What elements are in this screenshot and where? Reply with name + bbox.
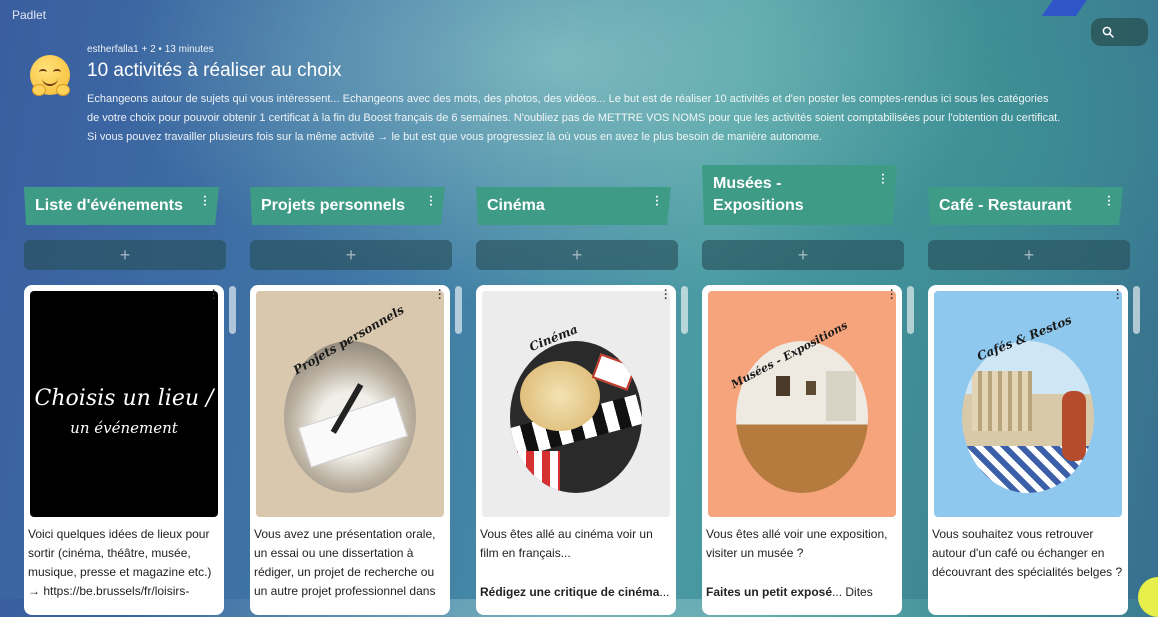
post-text: Vous êtes allé voir une exposition, visi…: [706, 527, 888, 560]
popcorn-box-shape: [510, 451, 560, 493]
post-menu-icon[interactable]: · · ·: [434, 286, 446, 305]
post-text: Vous êtes allé au cinéma voir un film en…: [480, 527, 653, 560]
add-post-button[interactable]: +: [928, 240, 1130, 270]
column-menu-icon[interactable]: ···: [876, 173, 890, 185]
post-card[interactable]: Projets personnels · · · Vous avez une pré…: [250, 285, 450, 615]
padlet-logo[interactable]: Padlet: [12, 8, 46, 22]
column-header[interactable]: Café - Restaurant ···: [928, 187, 1123, 225]
ticket-shape: [591, 353, 637, 391]
column-title: Cinéma: [487, 197, 545, 214]
post-text-tail: ...: [659, 585, 670, 599]
add-post-button[interactable]: +: [702, 240, 904, 270]
column-scrollbar[interactable]: [907, 286, 914, 334]
paper-shape: [298, 396, 408, 468]
thumb-photo: [510, 341, 642, 493]
add-post-button[interactable]: +: [24, 240, 226, 270]
popcorn-shape: [520, 361, 600, 431]
post-card[interactable]: Musées - Expositions · · · Vous êtes allé …: [702, 285, 902, 615]
post-thumbnail: Cafés & Restos: [934, 291, 1122, 517]
column-scrollbar[interactable]: [1133, 286, 1140, 334]
post-text-bold: Faites un petit exposé: [706, 585, 833, 599]
post-menu-icon[interactable]: · · ·: [1112, 286, 1124, 305]
avatar-hand-right: [56, 84, 70, 96]
search-button[interactable]: [1091, 18, 1148, 46]
column-title: Musées - Expositions: [713, 175, 804, 214]
post-thumbnail: Projets personnels: [256, 291, 444, 517]
avatar-mouth: [42, 77, 58, 86]
doorway-shape: [826, 371, 856, 421]
add-post-button[interactable]: +: [476, 240, 678, 270]
post-menu-icon[interactable]: · · ·: [886, 286, 898, 305]
column-title: Liste d'événements: [35, 197, 183, 214]
post-menu-icon[interactable]: · · ·: [208, 286, 220, 305]
avatar-eye-left: [39, 69, 47, 75]
column-scrollbar[interactable]: [229, 286, 236, 334]
column-menu-icon[interactable]: ···: [650, 195, 664, 207]
column-title: Café - Restaurant: [939, 197, 1072, 214]
post-text: Vous avez une présentation orale, un ess…: [254, 527, 436, 598]
floating-action-button[interactable]: [1138, 577, 1158, 617]
column-scrollbar[interactable]: [455, 286, 462, 334]
post-card[interactable]: Cinéma · · · Vous êtes allé au cinéma voir…: [476, 285, 676, 615]
thumb-title-line1: Choisis un lieu /: [34, 386, 214, 411]
thumb-title-line2: un événement: [70, 419, 178, 437]
column-menu-icon[interactable]: ···: [198, 195, 212, 207]
search-icon: [1102, 26, 1114, 38]
painting-shape: [776, 376, 790, 396]
thumb-photo: [736, 341, 868, 493]
post-card[interactable]: Choisis un lieu / un événement · · · Voici…: [24, 285, 224, 615]
column-header[interactable]: Musées - Expositions ···: [702, 165, 897, 225]
column-menu-icon[interactable]: ···: [424, 195, 438, 207]
thumb-photo: [962, 341, 1094, 493]
post-card[interactable]: Cafés & Restos · · · Vous souhaitez vous r…: [928, 285, 1128, 615]
column-menu-icon[interactable]: ···: [1102, 195, 1116, 207]
column-scrollbar[interactable]: [681, 286, 688, 334]
column-header[interactable]: Projets personnels ···: [250, 187, 445, 225]
post-menu-icon[interactable]: · · ·: [660, 286, 672, 305]
post-text-tail: ... Dites: [832, 585, 873, 599]
board-description: Echangeons autour de sujets qui vous int…: [87, 93, 1061, 143]
board-title: 10 activités à réaliser au choix: [87, 60, 342, 81]
painting-shape-2: [806, 381, 816, 395]
post-text: Voici quelques idées de lieux pour sorti…: [28, 527, 212, 598]
post-text-secondary: Faites un petit exposé... Dites: [706, 583, 898, 602]
post-text: Vous souhaitez vous retrouver autour d'u…: [932, 527, 1123, 579]
post-thumbnail: Cinéma: [482, 291, 670, 517]
post-text-secondary: Rédigez une critique de cinéma...: [480, 583, 672, 602]
column-header[interactable]: Cinéma ···: [476, 187, 671, 225]
column-header[interactable]: Liste d'événements ···: [24, 187, 219, 225]
post-thumbnail: Musées - Expositions: [708, 291, 896, 517]
pantheon-shape: [972, 371, 1032, 431]
board-meta: estherfalla1 + 2 • 13 minutes: [87, 44, 214, 55]
column-title: Projets personnels: [261, 197, 406, 214]
post-text-bold: Rédigez une critique de cinéma: [480, 585, 660, 599]
person-shape: [1062, 391, 1086, 461]
post-thumbnail: Choisis un lieu / un événement: [30, 291, 218, 517]
board-avatar: [30, 55, 70, 96]
avatar-hand-left: [32, 84, 46, 96]
add-post-button[interactable]: +: [250, 240, 452, 270]
avatar-eye-right: [53, 69, 61, 75]
corner-decoration: [1041, 0, 1089, 16]
